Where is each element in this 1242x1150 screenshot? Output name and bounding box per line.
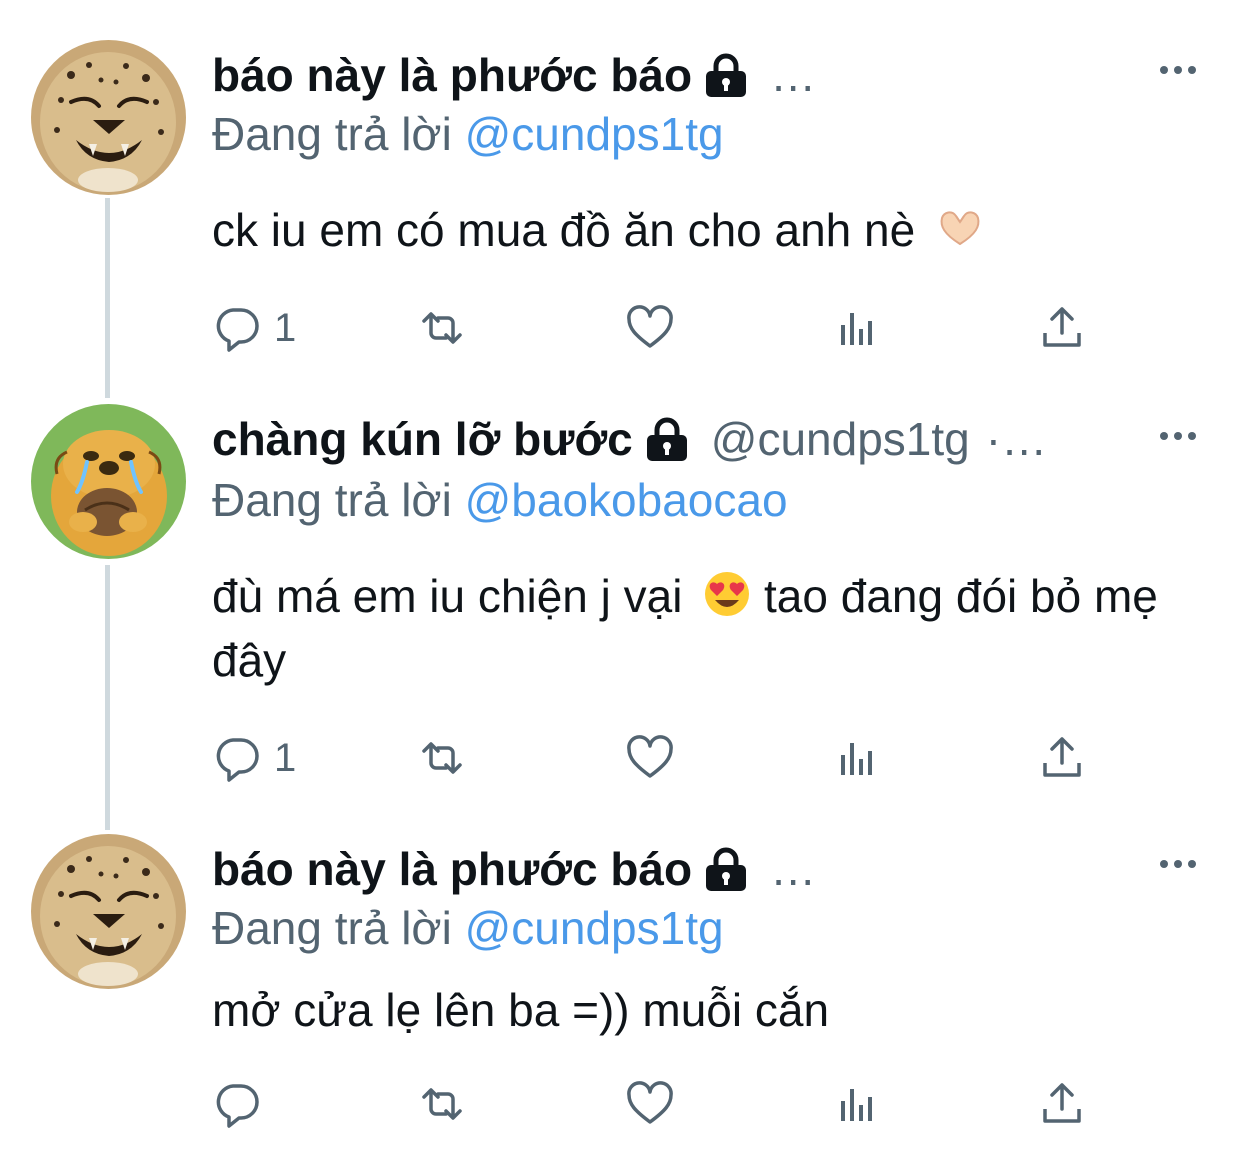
reply-button[interactable]: 1 (212, 300, 296, 356)
heart-hands-emoji-icon (936, 204, 984, 252)
tweet[interactable]: báo này là phước báo … Đang trả lời @cun… (0, 834, 1242, 1134)
avatar[interactable] (31, 40, 186, 195)
avatar[interactable] (31, 834, 186, 989)
avatar[interactable] (31, 404, 186, 559)
reply-prefix: Đang trả lời (212, 902, 452, 954)
tweet-text-content: mở cửa lẹ lên ba =)) muỗi cắn (212, 984, 830, 1036)
share-icon (1037, 1079, 1087, 1129)
analytics-button[interactable] (832, 300, 882, 356)
author-name[interactable]: báo này là phước báo (212, 838, 692, 900)
reply-mention-link[interactable]: @cundps1tg (465, 902, 724, 954)
lock-icon (702, 53, 750, 97)
author-name[interactable]: chàng kún lỡ bước (212, 408, 633, 470)
analytics-icon (832, 733, 882, 783)
share-icon (1037, 733, 1087, 783)
more-icon[interactable] (1158, 416, 1198, 456)
header-ellipsis: ·… (985, 413, 1048, 465)
like-icon (625, 733, 675, 783)
more-icon[interactable] (1158, 844, 1198, 884)
tweet-text: ck iu em có mua đồ ăn cho anh nè (212, 198, 1182, 262)
cartoon-dog-avatar-icon (31, 404, 186, 559)
reply-prefix: Đang trả lời (212, 108, 452, 160)
retweet-icon (417, 303, 467, 353)
share-button[interactable] (1037, 730, 1087, 786)
header-ellipsis: … (770, 843, 817, 895)
reply-icon (212, 303, 262, 353)
like-icon (625, 1079, 675, 1129)
tweet-text: đù má em iu chiện j vại tao đang đói bỏ … (212, 564, 1182, 692)
like-button[interactable] (625, 300, 675, 356)
reply-button[interactable]: 1 (212, 730, 296, 786)
replying-to: Đang trả lời @cundps1tg (212, 898, 724, 958)
lock-icon (643, 417, 691, 461)
like-icon (625, 303, 675, 353)
analytics-icon (832, 1079, 882, 1129)
tweet-actions: 1 (212, 730, 1112, 786)
like-button[interactable] (625, 1076, 675, 1132)
retweet-button[interactable] (417, 730, 467, 786)
reply-icon (212, 733, 262, 783)
retweet-icon (417, 733, 467, 783)
tweet-header: báo này là phước báo … (212, 44, 1132, 106)
cheetah-avatar-icon (31, 834, 186, 989)
lock-icon (702, 847, 750, 891)
reply-mention-link[interactable]: @baokobaocao (465, 474, 788, 526)
analytics-button[interactable] (832, 1076, 882, 1132)
tweet-header: chàng kún lỡ bước @cundps1tg ·… (212, 408, 1132, 470)
tweet-text-before-emoji: đù má em iu chiện j vại (212, 570, 683, 622)
tweet-text-content: ck iu em có mua đồ ăn cho anh nè (212, 204, 916, 256)
more-icon[interactable] (1158, 50, 1198, 90)
cheetah-avatar-icon (31, 40, 186, 195)
analytics-icon (832, 303, 882, 353)
replying-to: Đang trả lời @cundps1tg (212, 104, 724, 164)
share-button[interactable] (1037, 300, 1087, 356)
reply-prefix: Đang trả lời (212, 474, 452, 526)
author-name[interactable]: báo này là phước báo (212, 44, 692, 106)
share-icon (1037, 303, 1087, 353)
tweet[interactable]: chàng kún lỡ bước @cundps1tg ·… Đang trả… (0, 404, 1242, 804)
retweet-icon (417, 1079, 467, 1129)
header-ellipsis: … (770, 49, 817, 101)
tweet-actions: 1 (212, 300, 1112, 356)
retweet-button[interactable] (417, 300, 467, 356)
retweet-button[interactable] (417, 1076, 467, 1132)
reply-count: 1 (274, 305, 297, 350)
tweet-actions (212, 1076, 1112, 1132)
author-handle[interactable]: @cundps1tg (711, 408, 970, 470)
share-button[interactable] (1037, 1076, 1087, 1132)
reply-button[interactable] (212, 1076, 262, 1132)
analytics-button[interactable] (832, 730, 882, 786)
tweet[interactable]: báo này là phước báo … Đang trả lời @cun… (0, 40, 1242, 370)
replying-to: Đang trả lời @baokobaocao (212, 470, 788, 530)
tweet-header: báo này là phước báo … (212, 838, 1132, 900)
reply-mention-link[interactable]: @cundps1tg (465, 108, 724, 160)
reply-icon (212, 1079, 262, 1129)
heart-eyes-emoji-icon (703, 570, 751, 618)
like-button[interactable] (625, 730, 675, 786)
reply-count: 1 (274, 735, 297, 780)
tweet-text: mở cửa lẹ lên ba =)) muỗi cắn (212, 978, 1182, 1042)
